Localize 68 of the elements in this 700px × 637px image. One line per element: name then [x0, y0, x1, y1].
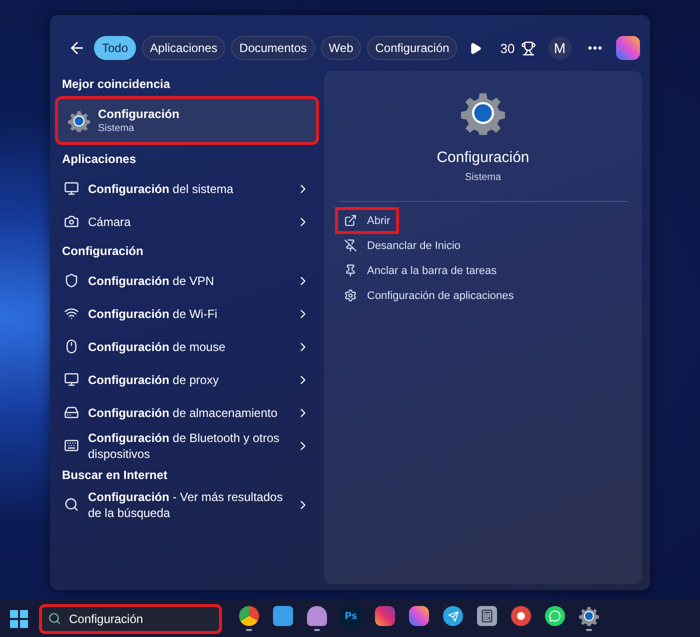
monitor-icon [64, 181, 79, 196]
wifi-icon [64, 306, 79, 321]
result-item[interactable]: Configuración de proxy [58, 363, 316, 396]
section-heading: Mejor coincidencia [61, 76, 172, 93]
result-item[interactable]: Configuración de almacenamiento [58, 396, 316, 429]
filter-tab[interactable]: Documentos [231, 36, 315, 60]
trophy-icon [520, 40, 536, 56]
detail-title: Configuración [436, 149, 530, 166]
start-icon[interactable] [10, 610, 28, 628]
result-label: Cámara [88, 214, 132, 230]
play-icon [469, 42, 482, 54]
calculator-icon [477, 606, 497, 626]
result-item[interactable]: Configuración - Ver más resultados de la búsqueda [58, 488, 316, 521]
result-item[interactable]: Configuración de Bluetooth y otros dispositivos [58, 429, 316, 462]
section-heading: Buscar en Internet [61, 467, 168, 484]
result-label: Configuración del sistema [88, 180, 234, 196]
result-item[interactable]: Configuración de Wi-Fi [58, 297, 316, 330]
result-label: Configuración de proxy [88, 372, 220, 388]
record-icon [511, 606, 531, 626]
result-label: Configuración de VPN [88, 272, 216, 288]
account-avatar[interactable]: M [548, 36, 572, 60]
result-label: Configuración de Wi-Fi [88, 306, 218, 322]
action-link[interactable]: Configuración de aplicaciones [338, 285, 520, 306]
mouse-icon [64, 339, 79, 354]
gear-icon [461, 91, 505, 135]
more-button[interactable] [586, 44, 604, 52]
search-icon [64, 497, 79, 512]
filter-tab[interactable]: Todo [94, 36, 136, 60]
filter-tab[interactable]: Web [320, 36, 362, 60]
filter-tab[interactable]: Configuración [367, 36, 458, 60]
detail-subtitle: Sistema [464, 172, 502, 183]
section-heading: Aplicaciones [61, 151, 138, 168]
result-title: Configuración [98, 107, 180, 121]
result-item[interactable]: Configuración del sistema [58, 172, 316, 205]
result-item[interactable]: Cámara [58, 205, 316, 238]
gear-icon [579, 606, 599, 626]
settings-icon [344, 289, 357, 302]
taskbar-app[interactable] [237, 604, 261, 634]
camera-icon [64, 214, 79, 229]
action-link[interactable]: Anclar a la barra de tareas [338, 260, 503, 281]
unpin-icon [344, 239, 357, 252]
filter-tab[interactable]: Aplicaciones [142, 36, 226, 60]
chat-icon [545, 606, 565, 626]
result-label: Configuración de almacenamiento [88, 404, 278, 420]
section-heading: Configuración [61, 243, 144, 260]
storage-icon [64, 405, 79, 420]
search-icon [48, 612, 61, 625]
result-subtitle: Sistema [98, 123, 136, 134]
result-item[interactable]: Configuración de mouse [58, 330, 316, 363]
taskbar-app[interactable]: Ps [339, 604, 363, 634]
best-match-item[interactable]: Configuración Sistema [58, 99, 316, 142]
pin-icon [344, 264, 357, 277]
keyboard-icon [64, 438, 79, 453]
taskbar-search-field[interactable]: Configuración [42, 606, 219, 630]
result-label: Configuración - Ver más resultados de la búsqueda [88, 488, 284, 520]
open-external-icon [344, 214, 357, 227]
action-link[interactable]: Abrir [338, 210, 396, 231]
taskbar-app[interactable] [305, 604, 329, 634]
app-icon: Ps [341, 606, 361, 626]
gear-icon [68, 110, 90, 132]
action-link[interactable]: Desanclar de Inicio [338, 235, 467, 256]
shield-icon [64, 273, 79, 288]
points-count: 30 [500, 40, 515, 56]
more-icon [588, 46, 602, 50]
paper-plane-icon [443, 606, 463, 626]
result-item[interactable]: Configuración de VPN [58, 264, 316, 297]
result-label: Configuración de Bluetooth y otros dispositivos [88, 430, 280, 462]
result-label: Configuración de mouse [88, 338, 226, 354]
